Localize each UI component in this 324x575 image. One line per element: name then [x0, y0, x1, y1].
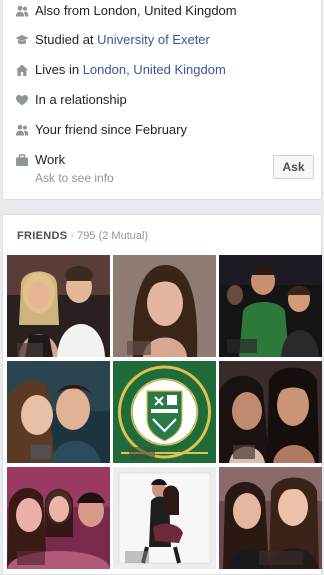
friend-photo [113, 361, 216, 463]
friends-card: FRIENDS · 795 (2 Mutual) [2, 214, 322, 575]
graduation-cap-icon [15, 33, 29, 47]
about-card: Also from London, United Kingdom Studied… [2, 0, 322, 200]
university-link[interactable]: University of Exeter [97, 32, 210, 47]
friend-photo [219, 255, 322, 357]
about-work-label: Work [35, 152, 66, 167]
friend-photo [113, 467, 216, 569]
about-row-studied: Studied at University of Exeter [3, 30, 321, 50]
friend-photo [7, 361, 110, 463]
friend-photo [219, 467, 322, 569]
friends-separator: · [67, 230, 78, 242]
people-icon [15, 4, 29, 18]
friends-title-link[interactable]: FRIENDS [17, 230, 67, 242]
friend-photo-tile[interactable] [7, 255, 110, 357]
briefcase-icon [15, 153, 29, 167]
friend-photo-tile[interactable] [219, 467, 322, 569]
studied-prefix: Studied at [35, 32, 98, 47]
friend-photo [7, 467, 110, 569]
friend-photo [113, 255, 216, 357]
about-lives-text: Lives in London, United Kingdom [35, 62, 226, 78]
friend-photo [219, 361, 322, 463]
friends-count: 795 (2 Mutual) [77, 230, 149, 242]
friend-photo-tile[interactable] [113, 255, 216, 357]
friend-photo-tile[interactable] [7, 361, 110, 463]
ask-button[interactable]: Ask [273, 155, 314, 179]
about-row-friend-since: Your friend since February [3, 120, 321, 140]
about-relationship-text: In a relationship [35, 92, 127, 107]
about-from-text: Also from London, United Kingdom [35, 3, 237, 18]
friend-photo [7, 255, 110, 357]
about-work-subtext: Ask to see info [35, 171, 114, 185]
friends-header: FRIENDS · 795 (2 Mutual) [17, 229, 148, 243]
house-icon [15, 63, 29, 77]
friend-photo-tile[interactable] [7, 467, 110, 569]
about-row-lives: Lives in London, United Kingdom [3, 60, 321, 80]
people-icon [15, 123, 29, 137]
about-friend-since-text: Your friend since February [35, 122, 187, 137]
heart-icon [15, 93, 29, 107]
friend-photo-tile[interactable] [113, 467, 216, 569]
about-row-relationship: In a relationship [3, 90, 321, 110]
about-row-from: Also from London, United Kingdom [3, 1, 321, 21]
friend-photo-tile[interactable] [113, 361, 216, 463]
lives-location-link[interactable]: London, United Kingdom [83, 62, 226, 77]
friend-photo-tile[interactable] [219, 361, 322, 463]
about-studied-text: Studied at University of Exeter [35, 32, 210, 48]
friend-photo-tile[interactable] [219, 255, 322, 357]
lives-prefix: Lives in [35, 62, 83, 77]
